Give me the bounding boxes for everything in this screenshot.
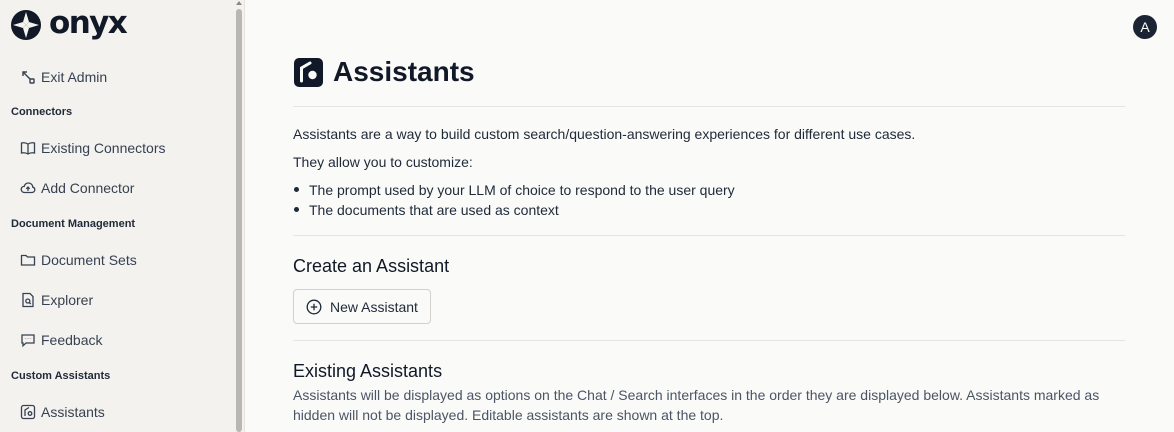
customize-list: The prompt used by your LLM of choice to… bbox=[293, 180, 735, 220]
message-icon bbox=[20, 332, 36, 348]
sidebar: onyx Exit Admin Connectors Existing Conn… bbox=[0, 0, 235, 432]
folder-icon bbox=[20, 252, 36, 268]
logo[interactable]: onyx bbox=[10, 5, 128, 41]
existing-assistants-description: Assistants will be displayed as options … bbox=[293, 387, 1100, 423]
sidebar-item-feedback[interactable]: Feedback bbox=[20, 329, 102, 351]
sidebar-item-add-connector[interactable]: Add Connector bbox=[20, 177, 134, 199]
divider bbox=[293, 340, 1125, 341]
sidebar-scroll-thumb[interactable] bbox=[236, 9, 242, 432]
section-document-management: Document Management bbox=[11, 218, 136, 230]
exit-arrow-icon bbox=[20, 69, 36, 85]
list-item: The prompt used by your LLM of choice to… bbox=[293, 180, 735, 200]
sidebar-item-label: Existing Connectors bbox=[41, 140, 166, 156]
assistant-icon bbox=[20, 404, 36, 420]
divider bbox=[293, 106, 1125, 107]
list-item: The documents that are used as context bbox=[293, 200, 735, 220]
logo-text: onyx bbox=[49, 5, 128, 41]
sidebar-item-label: Add Connector bbox=[41, 180, 135, 196]
book-icon bbox=[20, 140, 36, 156]
sidebar-item-label: Document Sets bbox=[41, 252, 137, 268]
sidebar-divider bbox=[244, 0, 245, 432]
page-header: Assistants bbox=[294, 56, 475, 88]
section-custom-assistants: Custom Assistants bbox=[11, 370, 111, 382]
intro-text: Assistants are a way to build custom sea… bbox=[293, 126, 916, 142]
sidebar-item-label: Explorer bbox=[41, 292, 94, 308]
sidebar-item-existing-connectors[interactable]: Existing Connectors bbox=[20, 137, 166, 159]
scroll-up-arrow-icon[interactable] bbox=[236, 1, 242, 5]
sidebar-item-label: Feedback bbox=[41, 332, 103, 348]
assistant-icon bbox=[294, 57, 323, 87]
file-search-icon bbox=[20, 292, 36, 308]
sidebar-item-assistants[interactable]: Assistants bbox=[20, 401, 105, 423]
sidebar-item-document-sets[interactable]: Document Sets bbox=[20, 249, 137, 271]
new-assistant-button[interactable]: New Assistant bbox=[293, 289, 431, 324]
plus-circle-icon bbox=[306, 299, 322, 315]
exit-admin-label: Exit Admin bbox=[41, 69, 108, 85]
section-connectors: Connectors bbox=[11, 106, 73, 118]
user-avatar[interactable]: A bbox=[1133, 15, 1157, 39]
customize-lead: They allow you to customize: bbox=[293, 154, 473, 170]
existing-assistants-heading: Existing Assistants bbox=[293, 361, 443, 381]
page-title: Assistants bbox=[333, 56, 475, 87]
divider bbox=[293, 235, 1125, 236]
cloud-upload-icon bbox=[20, 180, 36, 196]
new-assistant-label: New Assistant bbox=[330, 298, 418, 315]
exit-admin-link[interactable]: Exit Admin bbox=[20, 66, 107, 88]
create-assistant-heading: Create an Assistant bbox=[293, 256, 450, 276]
sidebar-item-explorer[interactable]: Explorer bbox=[20, 289, 93, 311]
onyx-logo-icon bbox=[11, 10, 41, 40]
sidebar-item-label: Assistants bbox=[41, 404, 105, 420]
